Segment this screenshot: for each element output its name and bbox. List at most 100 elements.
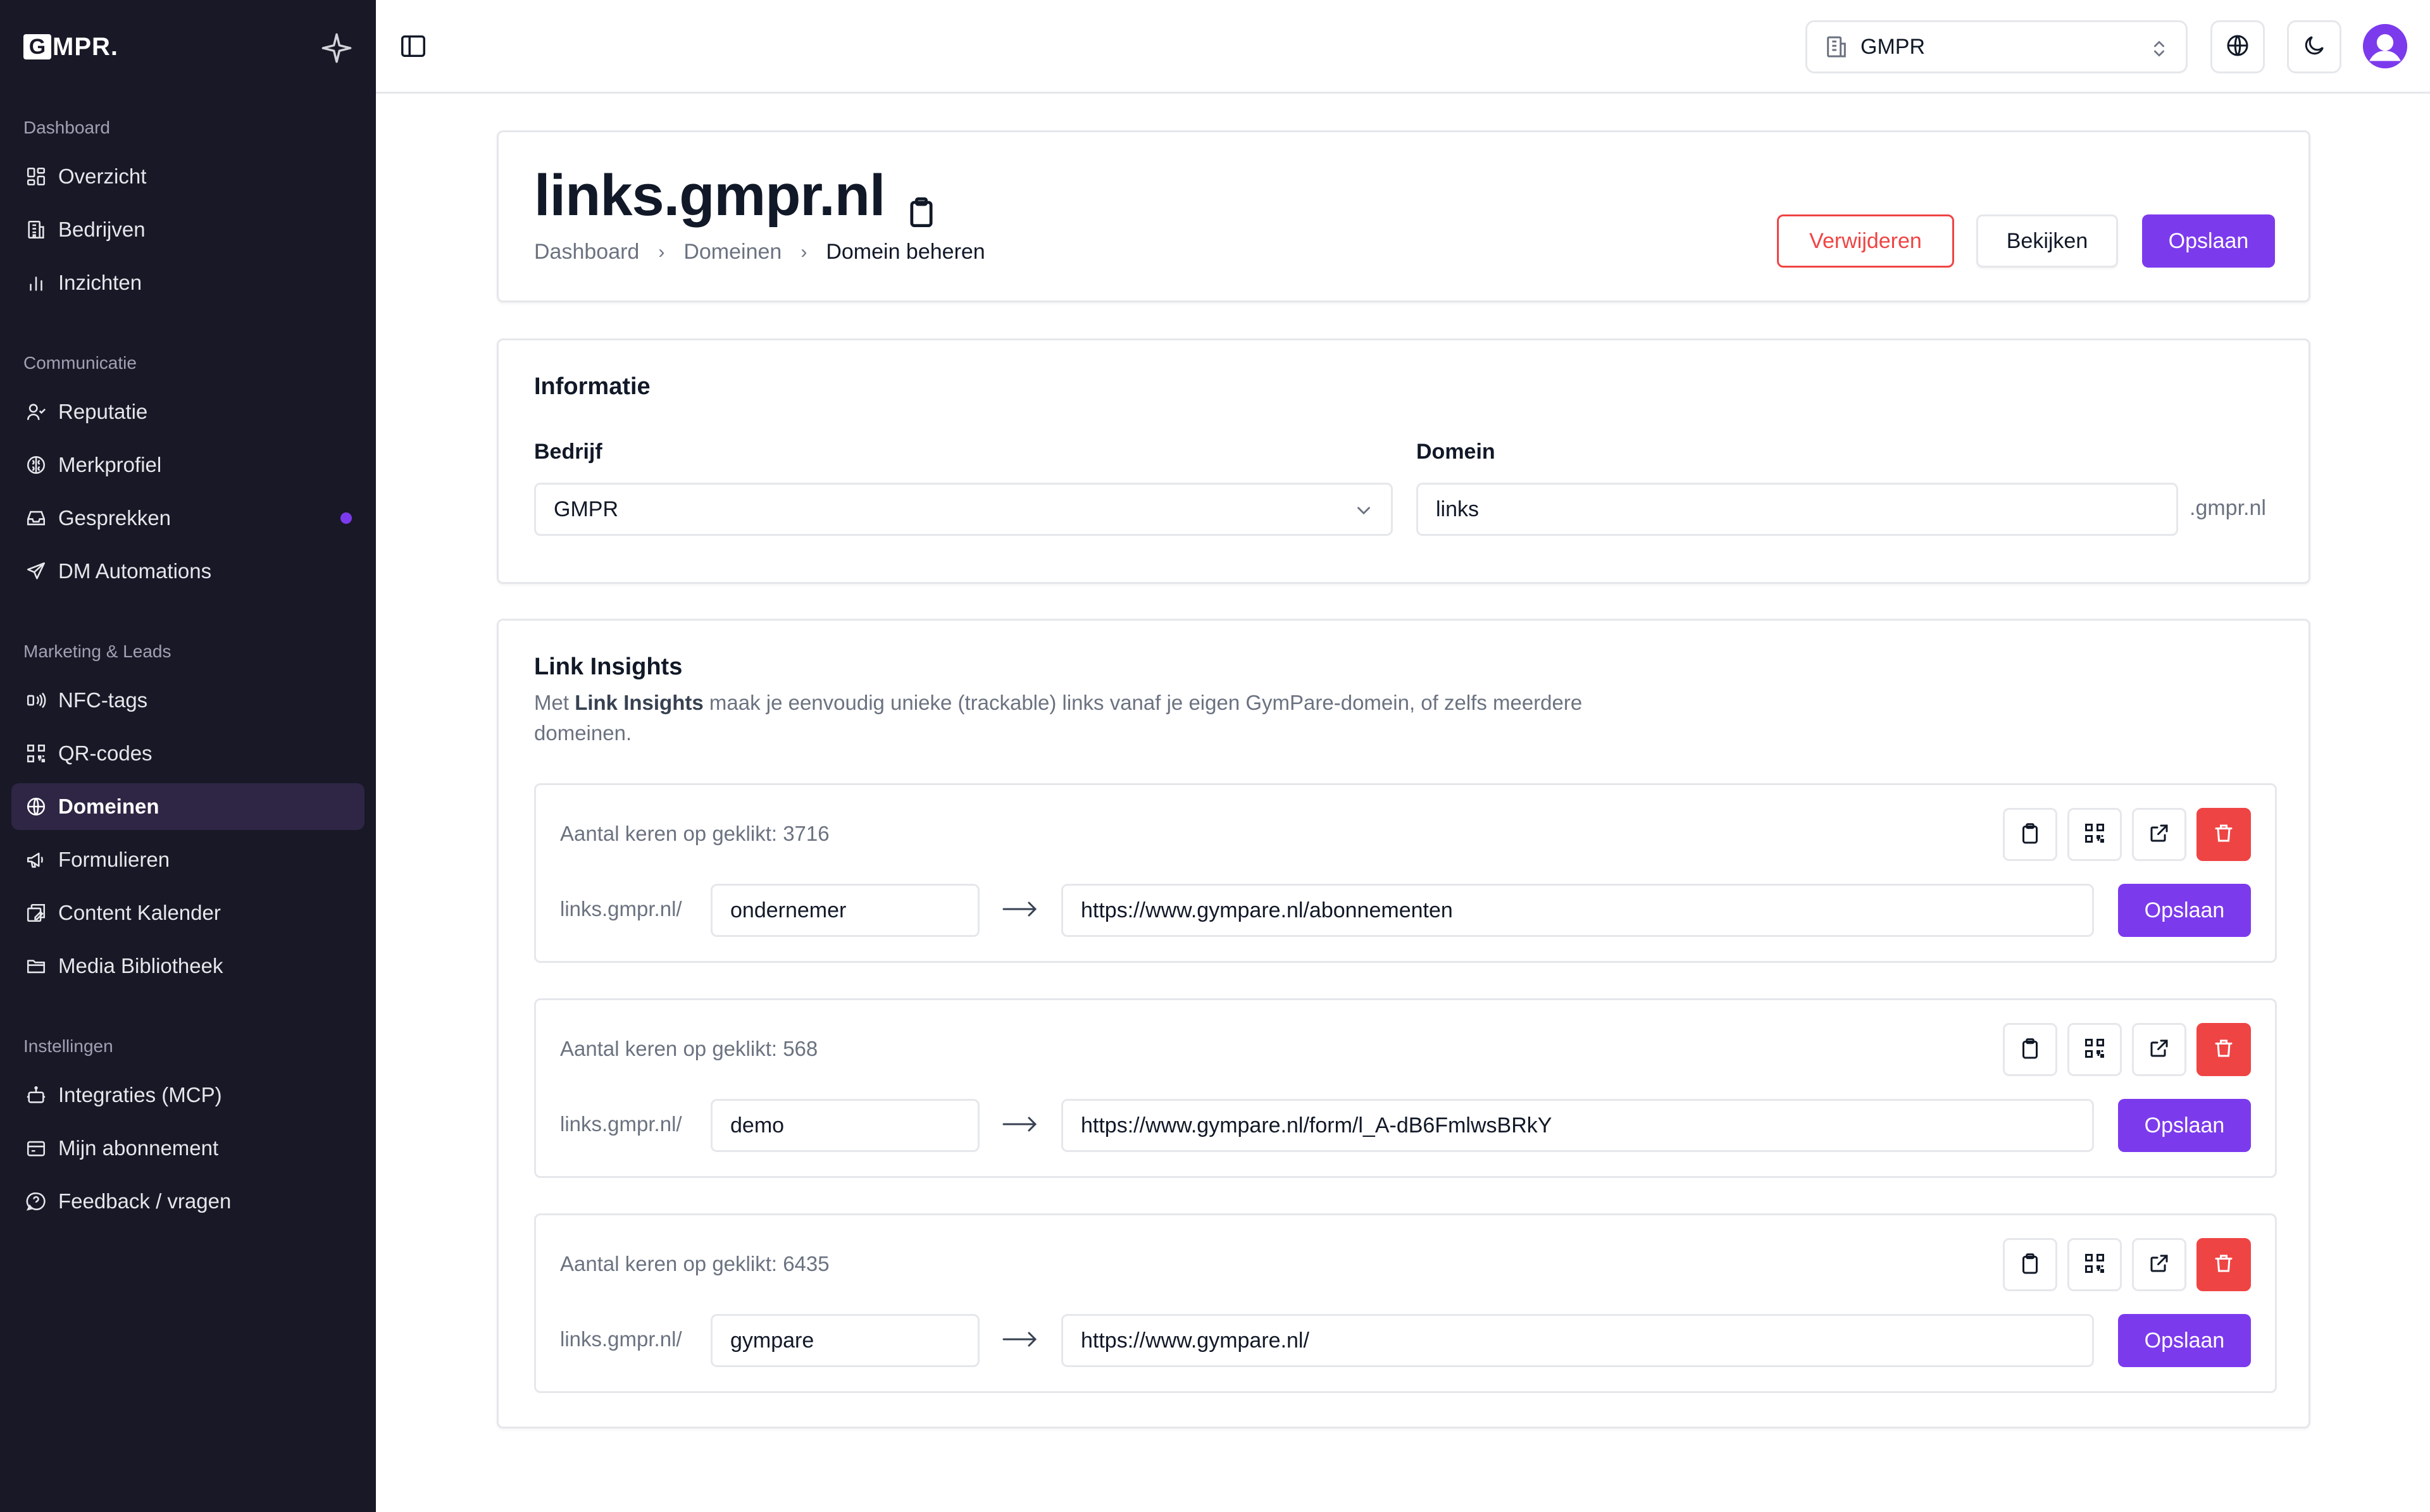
section-label-marketing: Marketing & Leads: [23, 641, 171, 661]
organization-select[interactable]: GMPR: [1805, 20, 2188, 73]
sidebar-item-media-bibliotheek[interactable]: Media Bibliotheek: [11, 943, 364, 989]
page-title: links.gmpr.nl: [534, 163, 938, 229]
sidebar-item-gesprekken[interactable]: Gesprekken: [11, 495, 364, 542]
company-select-value: GMPR: [554, 497, 618, 521]
wallet-icon: [24, 1136, 48, 1160]
users-icon: [24, 400, 48, 424]
link-insights-card: Link Insights Met Link Insights maak je …: [497, 619, 2310, 1428]
sidebar-item-bedrijven[interactable]: Bedrijven: [11, 206, 364, 253]
delete-link-button[interactable]: [2196, 1023, 2251, 1076]
layout-grid-icon: [24, 164, 48, 189]
sidebar-item-dm-automations[interactable]: DM Automations: [11, 548, 364, 595]
help-circle-icon: [24, 1189, 48, 1213]
link-insights-title: Link Insights: [534, 654, 683, 680]
link-row: Aantal keren op geklikt: 3716 links.gmpr…: [534, 783, 2277, 963]
sidebar-item-label: Content Kalender: [58, 901, 221, 924]
qr-code-icon: [24, 741, 48, 765]
logo-mark: G: [23, 34, 51, 59]
qr-code-icon: [2083, 1252, 2106, 1278]
slug-input[interactable]: ondernemer: [711, 884, 980, 937]
domain-label: Domein: [1416, 440, 1495, 464]
slug-input[interactable]: demo: [711, 1099, 980, 1152]
target-url-input[interactable]: https://www.gympare.nl/abonnementen: [1061, 884, 2094, 937]
qr-code-button[interactable]: [2067, 1238, 2122, 1291]
clipboard-icon[interactable]: [905, 178, 938, 227]
sidebar-item-overzicht[interactable]: Overzicht: [11, 153, 364, 200]
delete-button[interactable]: Verwijderen: [1777, 214, 1954, 268]
folder-open-icon: [24, 954, 48, 978]
link-insights-description: Met Link Insights maak je eenvoudig unie…: [534, 688, 1673, 748]
copy-link-button[interactable]: [2003, 1238, 2057, 1291]
slug-value: demo: [730, 1113, 785, 1137]
click-count: Aantal keren op geklikt: 568: [560, 1037, 818, 1060]
chevron-right-icon: ›: [801, 241, 807, 263]
target-url-input[interactable]: https://www.gympare.nl/: [1061, 1314, 2094, 1367]
sidebar-item-feedback[interactable]: Feedback / vragen: [11, 1178, 364, 1225]
section-label-communicatie: Communicatie: [23, 353, 137, 373]
topbar: GMPR: [376, 0, 2430, 94]
save-link-button[interactable]: Opslaan: [2118, 1314, 2251, 1367]
view-button[interactable]: Bekijken: [1976, 214, 2118, 268]
open-link-button[interactable]: [2132, 1023, 2186, 1076]
information-card: Informatie Bedrijf GMPR Domein links .gm…: [497, 338, 2310, 584]
information-title: Informatie: [534, 373, 651, 400]
sidebar-item-inzichten[interactable]: Inzichten: [11, 259, 364, 306]
sidebar-item-content-kalender[interactable]: Content Kalender: [11, 889, 364, 936]
sidebar-item-domeinen[interactable]: Domeinen: [11, 783, 364, 830]
sidebar-item-merkprofiel[interactable]: Merkprofiel: [11, 442, 364, 488]
nfc-icon: [24, 688, 48, 712]
breadcrumb-dashboard[interactable]: Dashboard: [534, 240, 639, 264]
sidebar-item-qr-codes[interactable]: QR-codes: [11, 730, 364, 777]
save-button[interactable]: Opslaan: [2142, 214, 2275, 268]
breadcrumb: Dashboard › Domeinen › Domein beheren: [534, 240, 985, 264]
open-link-button[interactable]: [2132, 1238, 2186, 1291]
sparkle-icon[interactable]: [320, 32, 353, 65]
save-link-button[interactable]: Opslaan: [2118, 1099, 2251, 1152]
sidebar-item-label: Integraties (MCP): [58, 1083, 222, 1106]
sidebar-toggle-icon[interactable]: [399, 32, 428, 61]
arrow-right-icon: [1001, 899, 1039, 919]
company-select[interactable]: GMPR: [534, 483, 1393, 536]
copy-link-button[interactable]: [2003, 1023, 2057, 1076]
sidebar-item-formulieren[interactable]: Formulieren: [11, 836, 364, 883]
trash-icon: [2212, 1037, 2235, 1063]
brand-logo[interactable]: G MPR.: [23, 28, 118, 66]
theme-toggle-button[interactable]: [2287, 20, 2341, 73]
globe-icon: [24, 795, 48, 819]
building-icon: [1824, 34, 1849, 59]
chevron-down-icon: [1353, 500, 1374, 521]
clipboard-icon: [2019, 822, 2041, 848]
sidebar-item-label: Feedback / vragen: [58, 1189, 232, 1213]
sidebar-item-integraties[interactable]: Integraties (MCP): [11, 1072, 364, 1119]
link-row: Aantal keren op geklikt: 568 links.gmpr.…: [534, 998, 2277, 1178]
sidebar-item-reputatie[interactable]: Reputatie: [11, 388, 364, 435]
target-url-input[interactable]: https://www.gympare.nl/form/l_A-dB6Fmlws…: [1061, 1099, 2094, 1152]
delete-link-button[interactable]: [2196, 808, 2251, 861]
send-icon: [24, 559, 48, 583]
target-url-value: https://www.gympare.nl/abonnementen: [1081, 898, 1453, 922]
sidebar-item-label: Domeinen: [58, 795, 159, 818]
language-button[interactable]: [2210, 20, 2265, 73]
user-avatar[interactable]: [2363, 24, 2407, 68]
qr-code-button[interactable]: [2067, 808, 2122, 861]
unread-dot: [340, 512, 352, 524]
organization-name: GMPR: [1860, 34, 1925, 59]
target-url-value: https://www.gympare.nl/: [1081, 1328, 1309, 1353]
sidebar-item-label: Mijn abonnement: [58, 1136, 219, 1160]
copy-link-button[interactable]: [2003, 808, 2057, 861]
brain-icon: [24, 453, 48, 477]
chevron-right-icon: ›: [658, 241, 665, 263]
click-count: Aantal keren op geklikt: 6435: [560, 1252, 830, 1275]
sidebar-item-mijn-abonnement[interactable]: Mijn abonnement: [11, 1125, 364, 1172]
delete-link-button[interactable]: [2196, 1238, 2251, 1291]
qr-code-button[interactable]: [2067, 1023, 2122, 1076]
breadcrumb-domeinen[interactable]: Domeinen: [683, 240, 782, 264]
open-link-button[interactable]: [2132, 808, 2186, 861]
slug-value: ondernemer: [730, 898, 847, 922]
sidebar-item-nfc-tags[interactable]: NFC-tags: [11, 677, 364, 724]
domain-input[interactable]: links: [1416, 483, 2178, 536]
save-link-button[interactable]: Opslaan: [2118, 884, 2251, 937]
breadcrumb-current: Domein beheren: [826, 240, 985, 264]
click-count: Aantal keren op geklikt: 3716: [560, 822, 830, 845]
slug-input[interactable]: gympare: [711, 1314, 980, 1367]
